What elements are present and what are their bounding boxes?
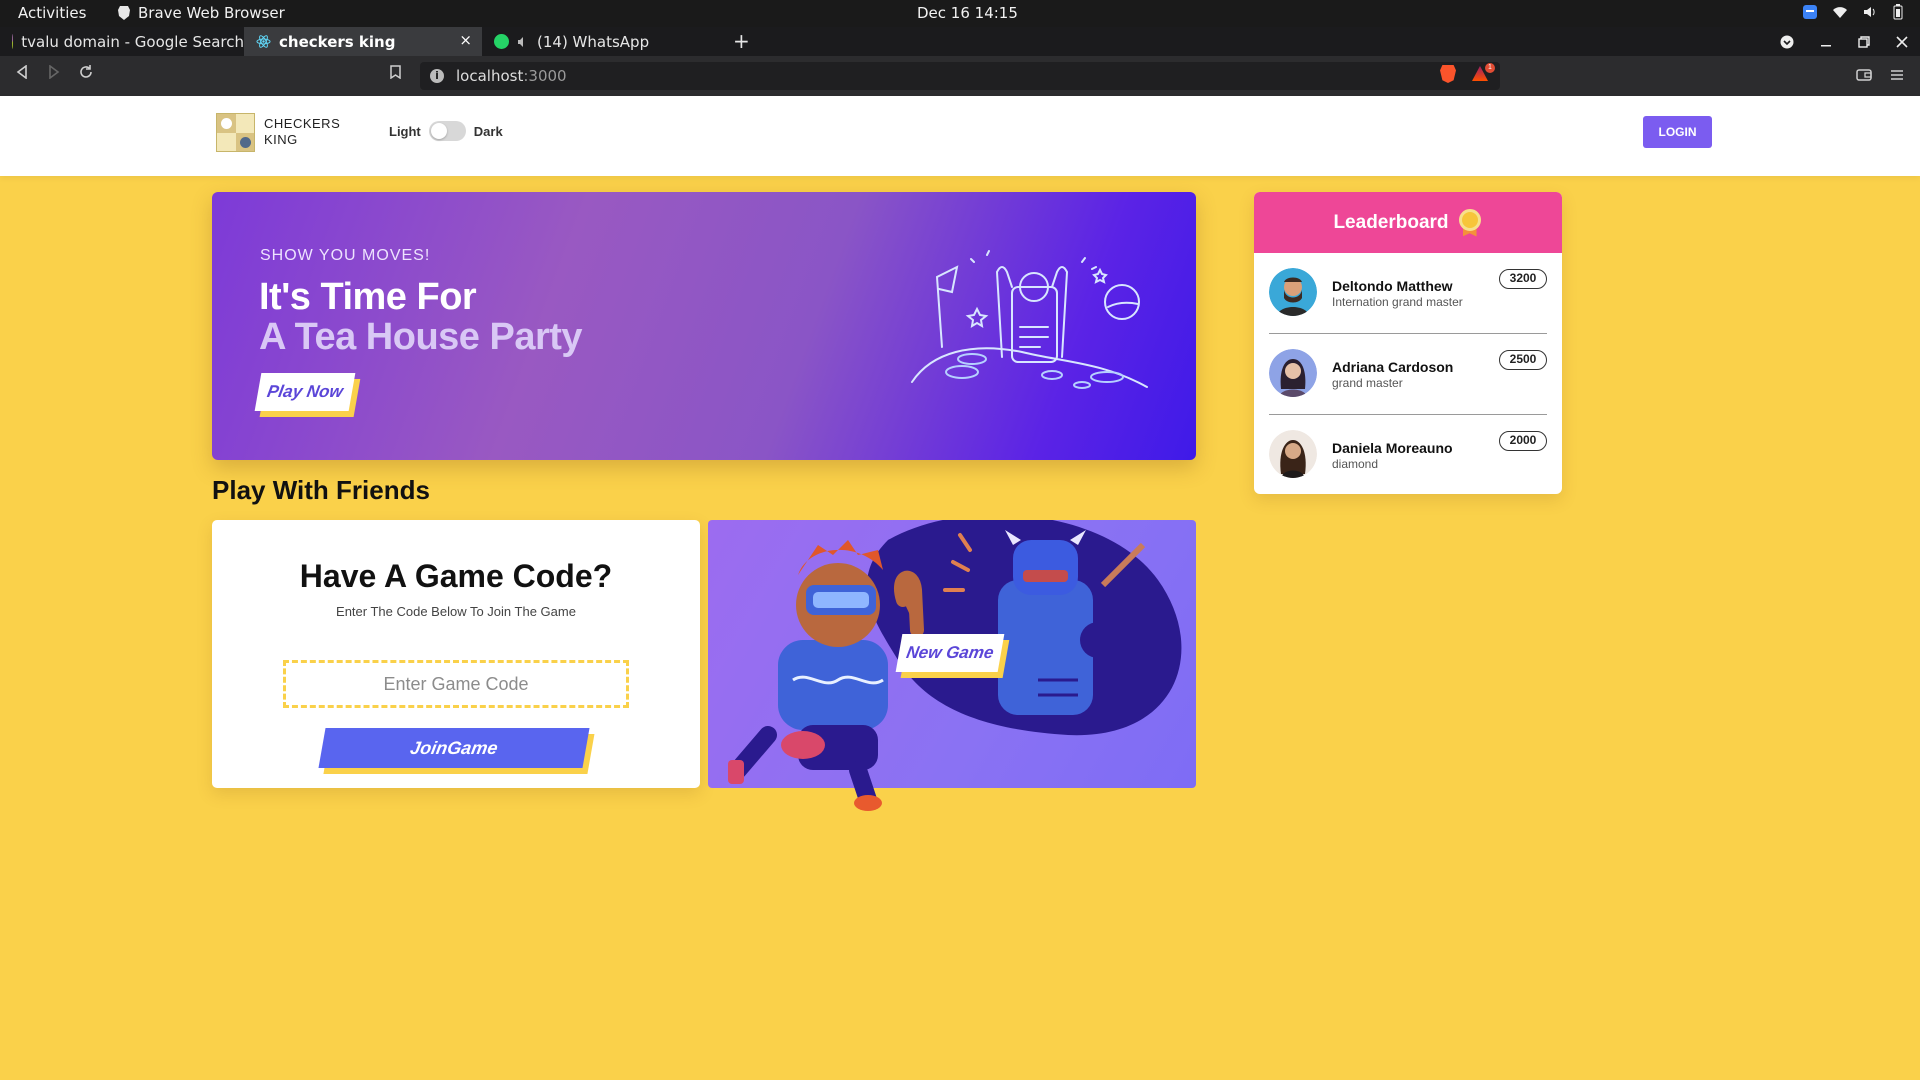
hero-banner: SHOW YOU MOVES! It's Time For A Tea Hous… bbox=[212, 192, 1196, 460]
new-game-button[interactable]: New Game bbox=[895, 634, 1005, 672]
logo-line-2: KING bbox=[264, 132, 298, 147]
app-name: Brave Web Browser bbox=[138, 4, 285, 22]
bookmark-icon[interactable] bbox=[390, 65, 401, 79]
tab-checkers-king[interactable]: checkers king × bbox=[244, 27, 482, 56]
muted-speaker-icon bbox=[518, 36, 523, 47]
react-icon bbox=[256, 35, 271, 48]
theme-light-label: Light bbox=[389, 123, 421, 139]
astronaut-illustration bbox=[911, 250, 1148, 389]
player-rank: Internation grand master bbox=[1332, 295, 1463, 309]
battery-icon bbox=[1893, 4, 1903, 20]
leaderboard-row[interactable]: Daniela Moreauno diamond 2000 bbox=[1269, 415, 1547, 494]
clock[interactable]: Dec 16 14:15 bbox=[917, 4, 1018, 22]
player-score: 3200 bbox=[1499, 269, 1547, 289]
tab-label: checkers king bbox=[279, 32, 396, 51]
back-icon[interactable] bbox=[16, 65, 28, 79]
join-game-button[interactable]: JoinGame bbox=[318, 728, 590, 768]
activities-button[interactable]: Activities bbox=[18, 4, 86, 22]
player-score: 2500 bbox=[1499, 350, 1547, 370]
whatsapp-icon bbox=[494, 34, 509, 49]
brave-lion-icon bbox=[118, 6, 130, 20]
system-tray[interactable] bbox=[1802, 4, 1904, 20]
minimize-icon[interactable] bbox=[1820, 36, 1832, 48]
menu-icon[interactable] bbox=[1890, 68, 1904, 82]
hero-title-line-2: A Tea House Party bbox=[259, 316, 583, 358]
login-button[interactable]: LOGIN bbox=[1643, 116, 1712, 148]
wallet-icon[interactable] bbox=[1856, 68, 1872, 82]
theme-switch[interactable] bbox=[428, 121, 466, 141]
url-port: :3000 bbox=[523, 67, 567, 85]
browser-tab-strip: tvalu domain - Google Search checkers ki… bbox=[0, 27, 1920, 56]
hero-title-line-1: It's Time For bbox=[259, 276, 477, 318]
new-tab-button[interactable]: + bbox=[733, 29, 750, 53]
player-name: Adriana Cardoson bbox=[1332, 359, 1454, 375]
reload-icon[interactable] bbox=[79, 65, 93, 79]
section-title: Play With Friends bbox=[212, 475, 430, 505]
new-game-card: New Game bbox=[708, 520, 1196, 811]
avatar bbox=[1269, 430, 1317, 478]
tab-label: tvalu domain - Google Search bbox=[21, 32, 244, 51]
site-info-icon[interactable]: i bbox=[430, 69, 444, 83]
app-menu[interactable]: Brave Web Browser bbox=[118, 4, 285, 22]
window-controls bbox=[1780, 27, 1920, 56]
leaderboard-title: Leaderboard bbox=[1333, 211, 1449, 233]
game-code-input[interactable] bbox=[283, 660, 629, 708]
close-window-icon[interactable] bbox=[1896, 35, 1908, 48]
hero-eyebrow: SHOW YOU MOVES! bbox=[260, 247, 431, 264]
brave-shields-icon[interactable] bbox=[1440, 65, 1456, 83]
player-score: 2000 bbox=[1499, 431, 1547, 451]
rewards-badge: 1 bbox=[1485, 63, 1495, 73]
google-icon bbox=[12, 34, 14, 49]
forward-icon[interactable] bbox=[48, 65, 60, 79]
tab-google-search[interactable]: tvalu domain - Google Search bbox=[0, 27, 244, 56]
address-bar[interactable]: i localhost:3000 bbox=[420, 62, 1500, 90]
avatar bbox=[1269, 349, 1317, 397]
leaderboard-card: Leaderboard Deltondo Matthew Internation… bbox=[1254, 192, 1562, 494]
avatar bbox=[1269, 268, 1317, 316]
game-code-subtitle: Enter The Code Below To Join The Game bbox=[336, 604, 576, 619]
volume-icon bbox=[1864, 7, 1875, 17]
logo-text[interactable]: CHECKERS KING bbox=[264, 116, 340, 148]
checkers-logo-icon[interactable] bbox=[216, 113, 255, 152]
game-code-title: Have A Game Code? bbox=[299, 558, 613, 594]
medal-icon bbox=[1457, 208, 1483, 237]
player-name: Deltondo Matthew bbox=[1332, 278, 1453, 294]
player-rank: diamond bbox=[1332, 457, 1379, 471]
chat-indicator-icon bbox=[1803, 5, 1817, 19]
player-name: Daniela Moreauno bbox=[1332, 440, 1453, 456]
system-top-bar: Activities Brave Web Browser Dec 16 14:1… bbox=[0, 0, 1920, 27]
close-tab-icon[interactable]: × bbox=[459, 31, 472, 49]
wifi-icon bbox=[1833, 7, 1847, 18]
restore-icon[interactable] bbox=[1858, 35, 1870, 48]
theme-dark-label: Dark bbox=[473, 123, 503, 139]
browser-toolbar: i localhost:3000 1 bbox=[0, 56, 1920, 96]
player-rank: grand master bbox=[1332, 376, 1403, 390]
game-code-card: Have A Game Code? Enter The Code Below T… bbox=[212, 520, 700, 788]
play-now-button[interactable]: Play Now bbox=[254, 373, 356, 411]
leaderboard-row[interactable]: Deltondo Matthew Internation grand maste… bbox=[1269, 253, 1547, 334]
leaderboard-header: Leaderboard bbox=[1254, 192, 1562, 253]
leaderboard-row[interactable]: Adriana Cardoson grand master 2500 bbox=[1269, 334, 1547, 415]
tab-whatsapp[interactable]: (14) WhatsApp bbox=[482, 27, 722, 56]
logo-line-1: CHECKERS bbox=[264, 116, 341, 131]
url-host: localhost bbox=[456, 67, 524, 85]
tab-search-icon[interactable] bbox=[1780, 35, 1794, 49]
theme-toggle: Light Dark bbox=[389, 121, 503, 141]
app-header: CHECKERS KING Light Dark LOGIN bbox=[0, 96, 1920, 176]
tab-label: (14) WhatsApp bbox=[537, 32, 650, 51]
